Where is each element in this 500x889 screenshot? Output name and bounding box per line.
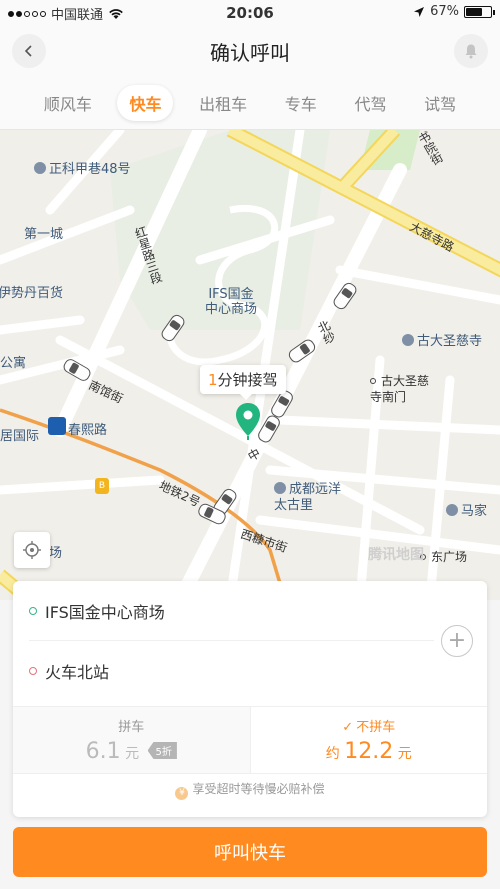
- destination-dot-icon: [29, 667, 37, 675]
- tab-shijia[interactable]: 试驾: [412, 85, 468, 121]
- poi-home-icon: [34, 162, 46, 174]
- option-noshare[interactable]: ✓ 不拼车 约 12.2 元: [251, 707, 488, 773]
- map-poi-temple-south-gate: 古大圣慈 寺南门: [370, 374, 430, 404]
- tab-zhuanche[interactable]: 专车: [273, 85, 329, 121]
- locate-button[interactable]: [14, 532, 50, 568]
- status-right: 67%: [413, 4, 495, 19]
- location-arrow-icon: [414, 6, 425, 17]
- map-label-chunxi: 春熙路: [68, 423, 108, 438]
- crosshair-icon: [23, 541, 41, 559]
- eta-bubble: 1分钟接驾: [200, 365, 286, 400]
- origin-dot-icon: [29, 606, 37, 615]
- share-price-row: 6.1 元 5折: [13, 739, 250, 764]
- origin-field[interactable]: IFS国金中心商场: [29, 581, 434, 641]
- coin-icon: ¥: [175, 787, 189, 800]
- noshare-price-row: 约 12.2 元: [251, 739, 488, 764]
- booking-card: IFS国金中心商场 火车北站 + 拼车 6.1 元 5折 ✓ 不拼车 约 12.2…: [13, 581, 487, 817]
- destination-text: 火车北站: [45, 663, 110, 682]
- add-stop-button[interactable]: +: [441, 625, 473, 657]
- noshare-price: 12.2: [344, 739, 394, 764]
- noshare-label-row: ✓ 不拼车: [251, 716, 488, 735]
- map-label-gongyu: 公寓: [0, 356, 27, 371]
- noshare-label: 不拼车: [356, 720, 396, 735]
- check-icon: ✓: [342, 720, 354, 735]
- noshare-prefix: 约: [325, 746, 340, 762]
- page-title: 确认呼叫: [210, 41, 290, 65]
- noshare-unit: 元: [397, 746, 412, 762]
- map-poi-taikoo: 成都远洋 太古里: [274, 482, 342, 513]
- poi-temple-icon: [402, 334, 414, 346]
- eta-text: 分钟接驾: [217, 371, 278, 389]
- guarantee-text: 享受超时等待慢必赔补偿: [192, 782, 325, 796]
- map-poi-dacisi-temple: 古大圣慈寺: [402, 330, 482, 349]
- eta-minutes: 1: [208, 371, 218, 389]
- service-tabs: 顺风车 快车 出租车 专车 代驾 试驾: [0, 76, 500, 130]
- bus-stop-icon: B: [95, 478, 109, 494]
- ride-options: 拼车 6.1 元 5折 ✓ 不拼车 约 12.2 元: [13, 706, 487, 774]
- poi-icon: [446, 504, 458, 516]
- plus-icon: +: [447, 628, 467, 653]
- tab-daijia[interactable]: 代驾: [342, 85, 398, 121]
- nav-bar: 确认呼叫: [0, 26, 500, 76]
- map-watermark: 腾讯地图: [368, 547, 424, 563]
- map-poi-majia: 马家: [446, 500, 487, 519]
- poi-dot-icon: [370, 378, 376, 384]
- map-poi-zhengke: 正科甲巷48号: [34, 158, 131, 177]
- battery-icon: [464, 5, 495, 18]
- guarantee-notice[interactable]: ¥ 享受超时等待慢必赔补偿: [13, 780, 487, 800]
- call-ride-button[interactable]: 呼叫快车: [13, 827, 487, 877]
- map-label-ifs: IFS国金 中心商场: [205, 287, 258, 317]
- battery-fill: [466, 7, 483, 16]
- option-share[interactable]: 拼车 6.1 元 5折: [13, 707, 251, 773]
- share-label: 拼车: [118, 720, 145, 735]
- map-poi-dongguangchang: 东广场: [420, 548, 467, 565]
- battery-percent: 67%: [430, 4, 459, 19]
- map-label-shidan: 伊势丹百货: [0, 286, 64, 301]
- tab-shunfengche[interactable]: 顺风车: [32, 85, 104, 121]
- notification-button[interactable]: [454, 34, 488, 68]
- origin-text: IFS国金中心商场: [45, 602, 165, 622]
- destination-field[interactable]: 火车北站: [29, 641, 434, 701]
- tab-kuaiche[interactable]: 快车: [117, 84, 174, 121]
- metro-icon: [48, 417, 66, 435]
- share-unit: 元: [125, 746, 140, 762]
- discount-badge: 5折: [147, 742, 177, 759]
- map-label-diyicheng: 第一城: [24, 227, 64, 242]
- map-view[interactable]: 正科甲巷48号 第一城 红星路三段 伊势丹百货 IFS国金 中心商场 北纱 公寓…: [0, 130, 500, 600]
- share-price: 6.1: [85, 739, 121, 764]
- status-bar: 中国联通 20:06 67%: [0, 0, 500, 26]
- map-label-guoji: 居国际: [0, 429, 40, 444]
- tab-chuzuche[interactable]: 出租车: [187, 85, 259, 121]
- poi-shopping-icon: [274, 482, 286, 494]
- bell-icon: [465, 44, 477, 59]
- pickup-pin-icon: [236, 403, 260, 440]
